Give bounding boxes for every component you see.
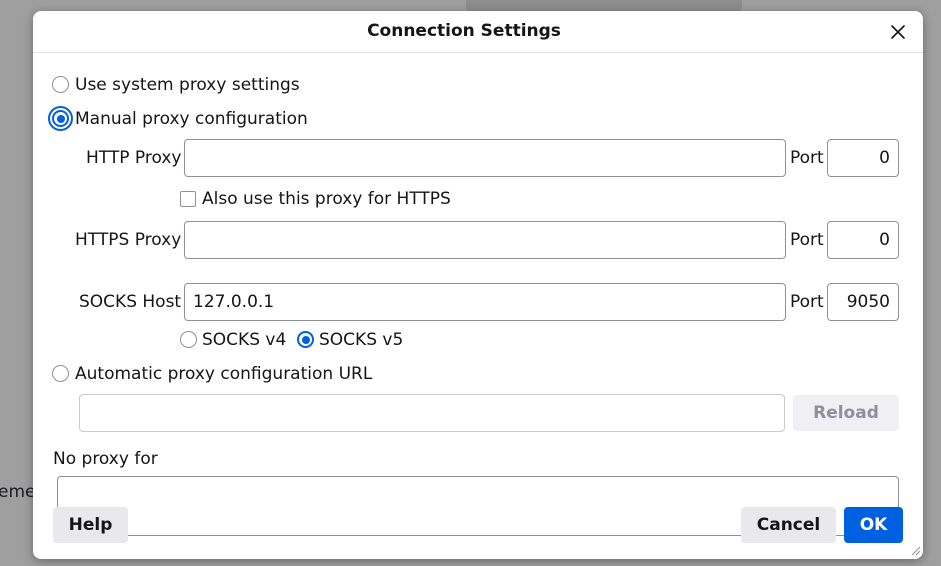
auto-proxy-radio[interactable] [52,365,69,382]
close-icon [891,25,905,39]
ok-button[interactable]: OK [844,507,903,543]
http-port-input[interactable]: 0 [827,139,899,177]
https-port-label: Port [790,230,824,250]
socks-v5-radio[interactable] [297,331,314,348]
socks-v4-radio[interactable] [180,331,197,348]
auto-proxy-url-input[interactable] [79,394,785,432]
http-proxy-label: HTTP Proxy [86,148,182,168]
http-proxy-input[interactable] [184,139,786,177]
auto-proxy-label[interactable]: Automatic proxy configuration URL [75,364,372,384]
https-port-input[interactable]: 0 [827,221,899,259]
manual-proxy-label[interactable]: Manual proxy configuration [75,109,308,129]
https-proxy-input[interactable] [184,221,786,259]
socks-port-input[interactable]: 9050 [827,283,899,321]
socks-v4-label[interactable]: SOCKS v4 [202,330,286,350]
http-port-label: Port [790,148,824,168]
connection-settings-dialog: Connection Settings Use system proxy set… [33,11,923,559]
also-https-label[interactable]: Also use this proxy for HTTPS [202,189,451,209]
dialog-titlebar: Connection Settings [33,11,923,53]
https-proxy-label: HTTPS Proxy [75,230,182,250]
help-button[interactable]: Help [53,507,128,543]
socks-host-label: SOCKS Host [79,292,182,312]
socks-port-label: Port [790,292,824,312]
reload-button[interactable]: Reload [793,395,899,431]
socks-v5-label[interactable]: SOCKS v5 [319,330,403,350]
no-proxy-label: No proxy for [53,449,158,469]
background-text: eme [0,482,36,502]
cancel-button[interactable]: Cancel [741,507,836,543]
dialog-title: Connection Settings [367,21,561,41]
socks-host-input[interactable]: 127.0.0.1 [184,283,786,321]
close-button[interactable] [886,20,910,44]
manual-proxy-radio[interactable] [48,106,73,131]
system-proxy-label[interactable]: Use system proxy settings [75,75,300,95]
resize-grip-icon[interactable] [911,546,921,556]
system-proxy-radio[interactable] [52,76,69,93]
also-https-checkbox[interactable] [180,191,196,207]
